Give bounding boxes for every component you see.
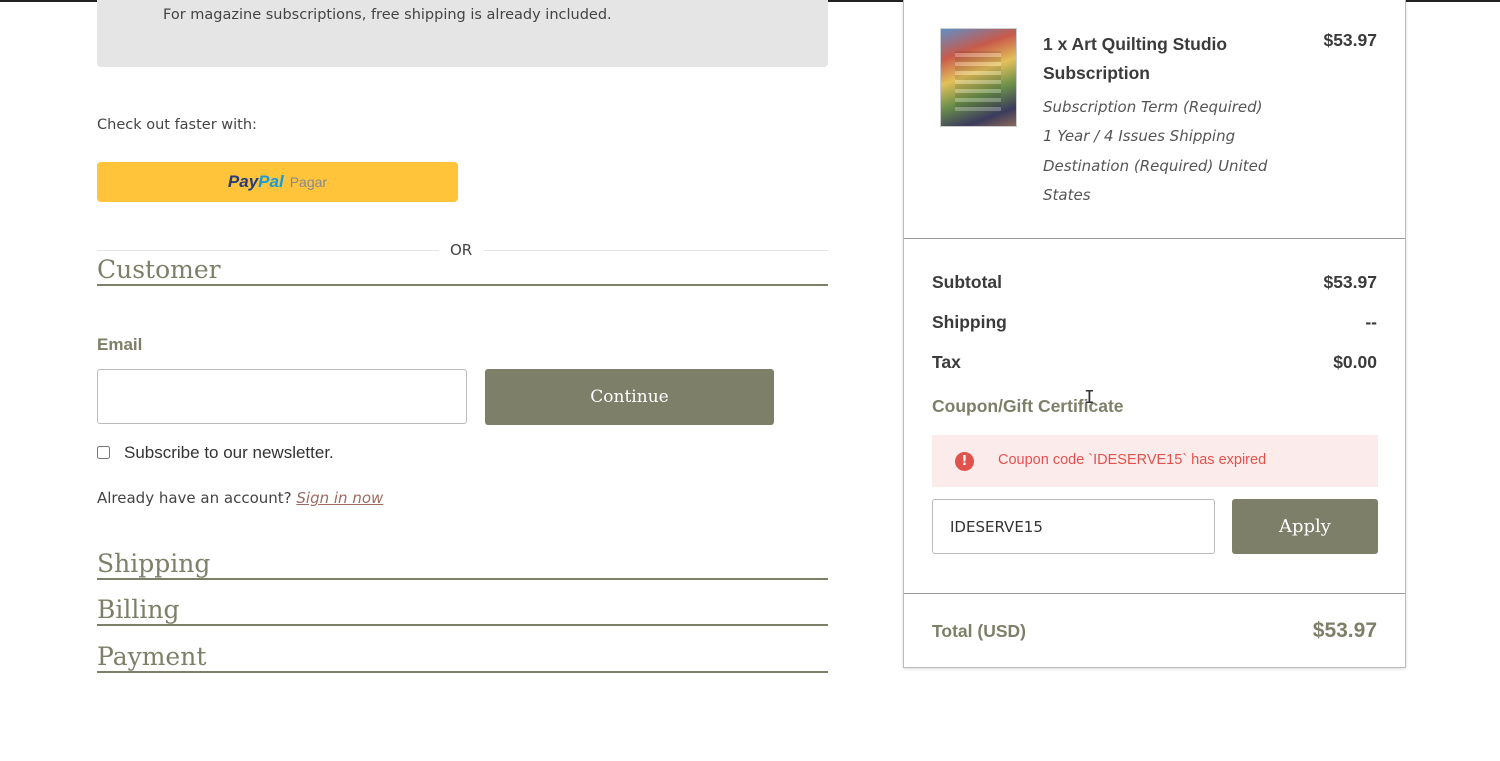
text-cursor-icon: I <box>1084 387 1095 408</box>
product-options: Subscription Term (Required) 1 Year / 4 … <box>1043 98 1268 204</box>
tax-label: Tax <box>932 352 961 372</box>
account-prompt: Already have an account? Sign in now <box>97 489 383 507</box>
continue-button[interactable]: Continue <box>485 369 774 425</box>
product-thumbnail <box>940 28 1017 127</box>
total-value: $53.97 <box>1312 619 1377 642</box>
summary-divider <box>904 238 1405 239</box>
shipping-notice: For magazine subscriptions, free shippin… <box>97 0 828 67</box>
newsletter-label[interactable]: Subscribe to our newsletter. <box>124 443 334 463</box>
account-prompt-text: Already have an account? <box>97 489 292 507</box>
paypal-action-label: Pagar <box>289 174 328 190</box>
paypal-logo-pay: Pay <box>227 172 259 191</box>
coupon-error-alert: ! Coupon code `IDESERVE15` has expired <box>932 435 1378 487</box>
customer-section-title: Customer <box>97 256 828 286</box>
newsletter-checkbox[interactable] <box>97 446 110 459</box>
billing-section-title[interactable]: Billing <box>97 596 828 626</box>
coupon-code-field[interactable] <box>932 499 1215 554</box>
email-field[interactable] <box>97 369 467 424</box>
checkout-faster-label: Check out faster with: <box>97 117 257 133</box>
subtotal-value: $53.97 <box>1323 272 1377 292</box>
paypal-logo-pal: Pal <box>258 172 284 191</box>
coupon-error-text: Coupon code `IDESERVE15` has expired <box>998 452 1267 468</box>
total-divider <box>904 593 1405 594</box>
divider-right <box>484 250 828 251</box>
total-label: Total (USD) <box>932 621 1026 641</box>
paypal-logo: PayPal <box>228 172 284 192</box>
tax-value: $0.00 <box>1333 352 1377 372</box>
product-name: 1 x Art Quilting Studio Subscription <box>1043 34 1228 83</box>
sign-in-link[interactable]: Sign in now <box>296 489 383 507</box>
shipping-label: Shipping <box>932 312 1007 332</box>
email-label: Email <box>97 335 143 354</box>
payment-section-title[interactable]: Payment <box>97 643 828 673</box>
shipping-value: -- <box>1365 312 1377 332</box>
paypal-button[interactable]: PayPal Pagar <box>97 162 458 202</box>
product-price: $53.97 <box>1323 30 1377 50</box>
alert-circle-icon: ! <box>955 452 974 471</box>
order-summary: 1 x Art Quilting Studio Subscription $53… <box>903 0 1406 668</box>
divider-left <box>97 250 439 251</box>
apply-coupon-button[interactable]: Apply <box>1232 499 1378 554</box>
subtotal-label: Subtotal <box>932 272 1002 292</box>
shipping-section-title[interactable]: Shipping <box>97 550 828 580</box>
shipping-notice-text: For magazine subscriptions, free shippin… <box>163 7 612 23</box>
